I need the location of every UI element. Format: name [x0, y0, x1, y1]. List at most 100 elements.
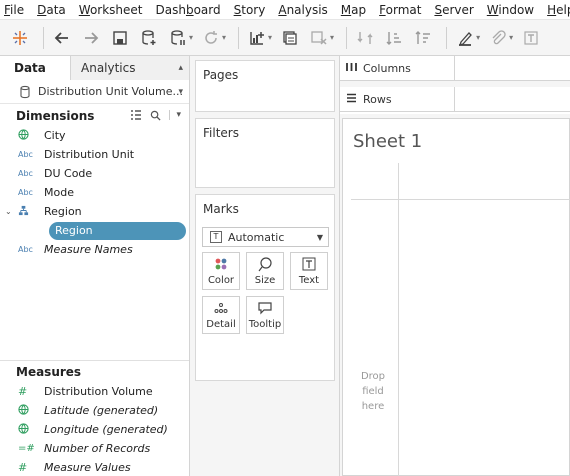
color-button[interactable]: Color [202, 252, 240, 290]
pages-card[interactable]: Pages [195, 60, 335, 112]
redo-icon[interactable] [79, 26, 103, 50]
worksheet-canvas: Sheet 1 Drop field here [340, 114, 570, 476]
menu-story[interactable]: Story [228, 0, 273, 20]
field-name: Measure Names [44, 243, 133, 256]
field-name: Measure Values [44, 461, 131, 474]
rows-drop-area[interactable] [455, 87, 570, 112]
detail-button[interactable]: Detail [202, 296, 240, 334]
size-label: Size [254, 275, 276, 286]
pages-card-title: Pages [203, 68, 239, 82]
filters-card-title: Filters [203, 126, 239, 140]
field-mode[interactable]: Abc Mode [0, 183, 189, 202]
new-worksheet-icon[interactable] [245, 26, 269, 50]
data-source-item[interactable]: Distribution Unit Volume... [0, 80, 189, 104]
field-region[interactable]: Abc Region [0, 221, 189, 240]
string-type-icon: Abc [18, 169, 33, 178]
menu-bar: File Data Worksheet Dashboard Story Analysis M… [0, 0, 570, 20]
field-name: Region [44, 205, 82, 218]
tab-data[interactable]: Data [0, 56, 70, 80]
dimensions-header-tools: ▾ [130, 109, 181, 121]
field-du-code[interactable]: Abc DU Code [0, 164, 189, 183]
text-label: Text [298, 275, 320, 286]
clear-sheet-icon[interactable] [307, 26, 331, 50]
undo-icon[interactable] [50, 26, 74, 50]
sort-ascending-icon[interactable] [382, 26, 406, 50]
database-icon [20, 85, 30, 98]
globe-icon [18, 423, 29, 436]
sheet-view[interactable]: Sheet 1 Drop field here [342, 118, 570, 476]
string-type-icon: Abc [18, 245, 33, 254]
refresh-icon[interactable] [199, 26, 223, 50]
field-region[interactable]: ⌄ Region [0, 202, 189, 221]
field-type-indicator: Abc [0, 245, 44, 254]
swap-rows-columns-icon[interactable] [353, 26, 377, 50]
expand-chevron-icon[interactable]: ⌄ [5, 207, 12, 216]
field-longitude-generated[interactable]: Longitude (generated) [0, 420, 189, 439]
menu-help[interactable]: Help [541, 0, 570, 20]
field-distribution-volume[interactable]: # Distribution Volume [0, 382, 189, 401]
pause-updates-icon[interactable] [166, 26, 190, 50]
field-type-indicator: =# [0, 443, 44, 454]
chevron-down-icon[interactable]: ▾ [509, 33, 513, 42]
chevron-down-icon[interactable]: ▾ [476, 33, 480, 42]
toolbar-separator [43, 26, 44, 49]
string-type-icon: Abc [18, 188, 33, 197]
chevron-down-icon[interactable]: ▾ [268, 33, 272, 42]
field-type-indicator: Abc [0, 150, 44, 159]
tooltip-icon [257, 299, 273, 317]
size-button[interactable]: Size [246, 252, 284, 290]
tableau-logo-icon[interactable] [8, 26, 32, 50]
text-label-icon[interactable] [519, 26, 543, 50]
sheet-title[interactable]: Sheet 1 [353, 131, 422, 152]
menu-dashboard[interactable]: Dashboard [150, 0, 228, 20]
highlight-pen-icon[interactable] [453, 26, 477, 50]
tooltip-button[interactable]: Tooltip [246, 296, 284, 334]
dimensions-menu-caret-icon[interactable]: ▾ [169, 110, 181, 120]
chevron-down-icon[interactable]: ▾ [222, 33, 226, 42]
drop-hint-line: field [362, 386, 384, 397]
globe-icon [18, 129, 29, 142]
menu-map[interactable]: Map [335, 0, 373, 20]
field-name: Distribution Volume [44, 385, 153, 398]
search-icon[interactable] [150, 110, 162, 121]
field-measure-values[interactable]: # Measure Values [0, 458, 189, 476]
drop-hint-line: here [361, 401, 385, 412]
string-type-icon: Abc [30, 226, 45, 235]
chevron-down-icon[interactable]: ▾ [330, 33, 334, 42]
mark-type-dropdown[interactable]: T Automatic ▼ [202, 227, 329, 247]
field-measure-names[interactable]: Abc Measure Names [0, 240, 189, 259]
view-list-icon[interactable] [130, 109, 142, 121]
new-data-source-icon[interactable] [137, 26, 161, 50]
menu-worksheet[interactable]: Worksheet [73, 0, 150, 20]
attach-icon[interactable] [486, 26, 510, 50]
duplicate-sheet-icon[interactable] [278, 26, 302, 50]
chevron-down-icon[interactable]: ▾ [189, 33, 193, 42]
toolbar-separator [238, 26, 240, 49]
rows-shelf[interactable]: Rows [340, 86, 570, 112]
columns-drop-area[interactable] [455, 56, 570, 81]
field-distribution-unit[interactable]: Abc Distribution Unit [0, 145, 189, 164]
field-number-of-records[interactable]: =# Number of Records [0, 439, 189, 458]
tab-scroll-icon[interactable]: ▴ ▾ [178, 56, 183, 104]
field-name: Mode [44, 186, 74, 199]
menu-server[interactable]: Server [428, 0, 480, 20]
color-label: Color [207, 275, 235, 286]
field-name: Distribution Unit [44, 148, 135, 161]
menu-format[interactable]: Format [373, 0, 428, 20]
text-button[interactable]: Text [290, 252, 328, 290]
filters-card[interactable]: Filters [195, 118, 335, 188]
menu-data[interactable]: Data [31, 0, 73, 20]
columns-shelf[interactable]: Columns [340, 55, 570, 81]
tab-analytics[interactable]: Analytics ▴ ▾ [70, 56, 189, 97]
calculated-number-icon: =# [18, 443, 35, 454]
field-name: Latitude (generated) [44, 404, 159, 417]
menu-file[interactable]: File [0, 0, 31, 20]
sort-descending-icon[interactable] [411, 26, 435, 50]
field-latitude-generated[interactable]: Latitude (generated) [0, 401, 189, 420]
menu-analysis[interactable]: Analysis [272, 0, 334, 20]
field-name: DU Code [44, 167, 93, 180]
save-icon[interactable] [108, 26, 132, 50]
menu-window[interactable]: Window [481, 0, 541, 20]
drop-field-hint[interactable]: Drop field here [353, 369, 393, 414]
field-city[interactable]: City [0, 126, 189, 145]
